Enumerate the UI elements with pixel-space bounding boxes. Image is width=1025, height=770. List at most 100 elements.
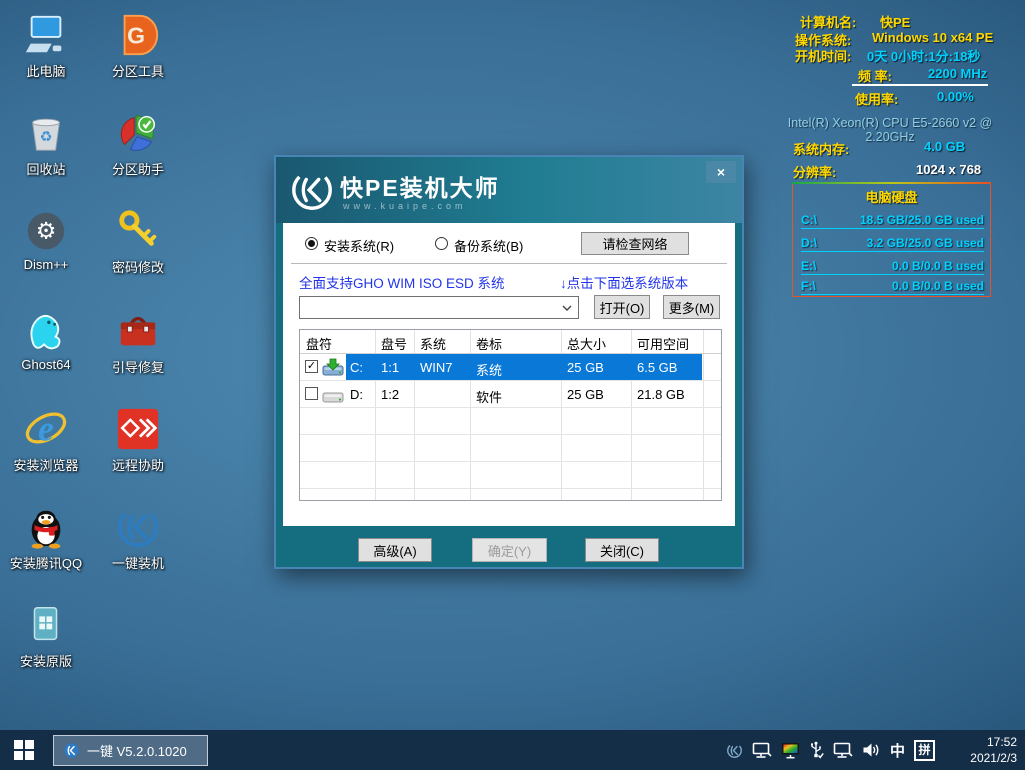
desktop-icon-password-change[interactable]: 密码修改: [93, 208, 183, 276]
desktop-icon-install-browser[interactable]: e 安装浏览器: [1, 406, 91, 474]
supported-formats-link[interactable]: 全面支持GHO WIM ISO ESD 系统: [299, 272, 505, 292]
desktop-icon-this-pc[interactable]: 此电脑: [1, 12, 91, 80]
remote-assist-icon: [115, 406, 161, 452]
desktop-icon-label: 远程协助: [93, 455, 183, 474]
choose-version-link[interactable]: ↓点击下面选系统版本: [560, 272, 688, 292]
kuaipe-logo-icon: [289, 167, 335, 213]
resolution-label: 分辨率:: [793, 162, 836, 181]
desktop-icon-install-original[interactable]: 安装原版: [1, 602, 91, 670]
cell-system: WIN7: [420, 360, 453, 375]
row-c-checkbox[interactable]: ✓: [305, 360, 318, 373]
cell-volume: 软件: [476, 387, 502, 406]
radio-backup-label[interactable]: 备份系统(B): [454, 236, 523, 255]
col-free: 可用空间: [637, 334, 689, 353]
cell-disk: 1:2: [381, 387, 399, 402]
advanced-button[interactable]: 高级(A): [358, 538, 432, 562]
install-original-icon: [23, 602, 69, 648]
usage-label: 使用率:: [855, 89, 898, 108]
disk-row-c: C:\ 18.5 GB/25.0 GB used: [801, 206, 984, 229]
more-button[interactable]: 更多(M): [663, 295, 720, 319]
ok-button[interactable]: 确定(Y): [472, 538, 547, 562]
cell-disk: 1:1: [381, 360, 399, 375]
image-path-combobox[interactable]: [299, 296, 579, 319]
table-row-c[interactable]: ✓ C: 1:1 WIN7 系统 25 GB 6.5 GB: [300, 354, 721, 381]
desktop-icon-label: 分区工具: [93, 61, 183, 80]
cell-total: 25 GB: [567, 387, 604, 402]
ime-language-indicator[interactable]: 中: [890, 740, 905, 761]
table-body: ✓ C: 1:1 WIN7 系统 25 GB 6.5 GB: [300, 354, 721, 500]
desktop: 此电脑 G 分区工具 ♻ 回收站 分区助手 ⚙ Di: [0, 0, 1025, 770]
desktop-icon-remote-assist[interactable]: 远程协助: [93, 406, 183, 474]
dialog-titlebar: 快PE装机大师 www.kuaipe.com ×: [276, 157, 742, 223]
drive-letter: F:\: [801, 279, 816, 293]
task-button-label: 一键 V5.2.0.1020: [87, 741, 187, 760]
desktop-icon-one-key-install[interactable]: 一键装机: [93, 504, 183, 572]
close-button[interactable]: ×: [706, 161, 736, 183]
close-dialog-button[interactable]: 关闭(C): [585, 538, 659, 562]
col-drive: 盘符: [306, 334, 332, 353]
svg-text:e: e: [38, 409, 54, 449]
desktop-icon-label: 安装原版: [1, 651, 91, 670]
check-network-button[interactable]: 请检查网络: [581, 232, 689, 255]
ime-pinyin-indicator[interactable]: 拼: [914, 740, 935, 761]
svg-text:⚙: ⚙: [36, 218, 57, 244]
desktop-icon-install-qq[interactable]: 安装腾讯QQ: [1, 504, 91, 572]
panel-top-gradient: [792, 182, 991, 184]
network-icon-2[interactable]: [833, 742, 853, 759]
drive-letter: C:\: [801, 213, 817, 227]
kuaipe-tray-icon[interactable]: [726, 742, 743, 759]
radio-install-system[interactable]: [305, 237, 318, 250]
resolution-value: 1024 x 768: [916, 162, 981, 177]
display-settings-icon[interactable]: [781, 742, 801, 759]
desktop-icon-label: 密码修改: [93, 257, 183, 276]
this-pc-icon: [23, 12, 69, 58]
radio-install-label[interactable]: 安装系统(R): [324, 236, 394, 255]
disk-row-f: F:\ 0.0 B/0.0 B used: [801, 272, 984, 295]
start-button[interactable]: [0, 730, 48, 770]
cell-drive: C:: [350, 360, 363, 375]
desktop-icon-recycle-bin[interactable]: ♻ 回收站: [1, 110, 91, 178]
desktop-icon-dism[interactable]: ⚙ Dism++: [1, 208, 91, 272]
drive-usage: 3.2 GB/25.0 GB used: [867, 236, 984, 250]
kuaipe-logo-icon: [63, 742, 80, 759]
ie-icon: e: [23, 406, 69, 452]
desktop-icon-diskgenius[interactable]: G 分区工具: [93, 12, 183, 80]
check-network-label: 请检查网络: [602, 234, 667, 253]
partition-table: 盘符 盘号 系统 卷标 总大小 可用空间 ✓: [299, 329, 722, 501]
col-volume: 卷标: [476, 334, 502, 353]
network-icon[interactable]: [752, 742, 772, 759]
table-header: 盘符 盘号 系统 卷标 总大小 可用空间: [300, 330, 721, 354]
taskbar-clock[interactable]: 17:52 2021/2/3: [945, 734, 1017, 766]
table-row-d[interactable]: D: 1:2 软件 25 GB 21.8 GB: [300, 381, 721, 408]
desktop-icon-partition-assistant[interactable]: 分区助手: [93, 110, 183, 178]
dialog-title: 快PE装机大师: [340, 169, 500, 203]
kuaipe-logo-icon: [115, 504, 161, 550]
clock-time: 17:52: [945, 734, 1017, 750]
uptime-label: 开机时间:: [795, 46, 851, 65]
qq-penguin-icon: [23, 504, 69, 550]
desktop-icon-boot-repair[interactable]: 引导修复: [93, 308, 183, 376]
desktop-icon-label: 回收站: [1, 159, 91, 178]
ok-label: 确定(Y): [488, 541, 531, 560]
desktop-icon-label: Dism++: [1, 257, 91, 272]
drive-c-icon: [322, 358, 344, 377]
drive-letter: E:\: [801, 259, 816, 273]
dialog-body: 安装系统(R) 备份系统(B) 请检查网络 全面支持GHO WIM ISO ES…: [283, 223, 735, 526]
desktop-icon-ghost64[interactable]: Ghost64: [1, 308, 91, 372]
open-button[interactable]: 打开(O): [594, 295, 650, 319]
key-icon: [115, 208, 161, 254]
volume-icon[interactable]: [862, 742, 881, 758]
advanced-label: 高级(A): [373, 541, 416, 560]
radio-backup-system[interactable]: [435, 237, 448, 250]
task-button-onekey[interactable]: 一键 V5.2.0.1020: [53, 735, 208, 766]
checkmark-icon: ✓: [307, 360, 316, 372]
close-label: 关闭(C): [600, 541, 644, 560]
os-value: Windows 10 x64 PE: [872, 30, 993, 45]
desktop-icon-label: 一键装机: [93, 553, 183, 572]
usb-eject-icon[interactable]: [810, 741, 824, 759]
memory-value: 4.0 GB: [924, 139, 965, 154]
combobox-value: [300, 300, 304, 315]
memory-label: 系统内存:: [793, 139, 849, 158]
cell-total: 25 GB: [567, 360, 604, 375]
row-d-checkbox[interactable]: [305, 387, 318, 400]
